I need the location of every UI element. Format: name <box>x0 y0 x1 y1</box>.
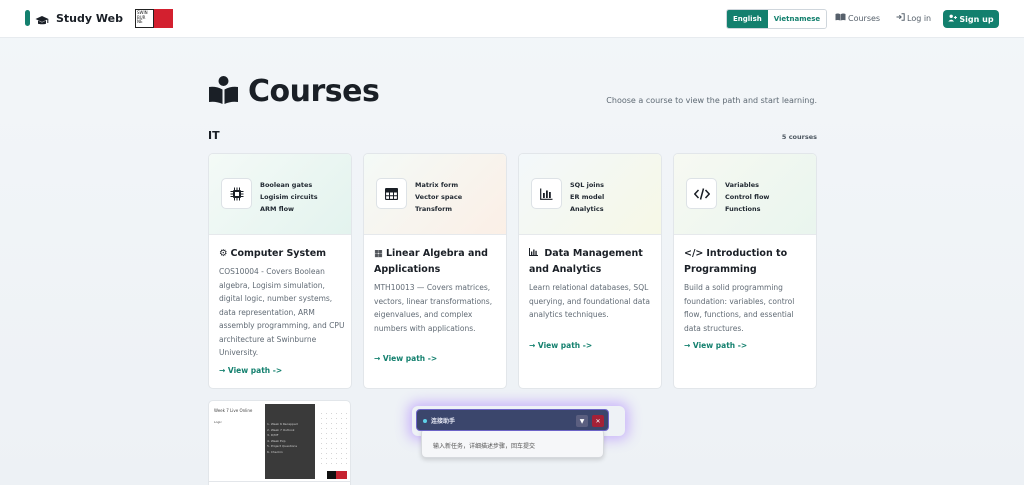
thumbnail-dot-grid <box>319 411 349 466</box>
graduation-cap-icon <box>35 12 49 25</box>
lang-vietnamese-button[interactable]: Vietnamese <box>767 10 827 28</box>
user-plus-icon <box>948 14 958 24</box>
tag: Logisim circuits <box>260 193 318 201</box>
chip-icon <box>221 178 252 209</box>
thumbnail-divider <box>209 481 350 482</box>
course-card-data-management[interactable]: SQL joins ER model Analytics Data Manage… <box>518 153 662 389</box>
signup-label: Sign up <box>959 14 994 24</box>
course-card-computer-system[interactable]: Boolean gates Logisim circuits ARM flow … <box>208 153 352 389</box>
logo-red-block <box>154 9 173 28</box>
tag: Control flow <box>725 193 770 201</box>
brand-name: Study Web <box>56 11 123 25</box>
course-count: 5 courses <box>781 133 817 141</box>
card-title-text: Linear Algebra and Applications <box>374 248 488 275</box>
tag: Variables <box>725 181 760 189</box>
status-dot-icon <box>423 419 427 423</box>
lang-english-button[interactable]: English <box>727 10 768 28</box>
card-tags: Variables Control flow Functions <box>725 179 769 215</box>
gear-icon: ⚙ <box>219 248 228 259</box>
signup-button[interactable]: Sign up <box>943 10 999 28</box>
page-subtitle: Choose a course to view the path and sta… <box>606 96 817 105</box>
nav-login-label: Log in <box>907 13 932 23</box>
card-description: MTH10013 — Covers matrices, vectors, lin… <box>374 283 493 333</box>
view-path-label: View path -> <box>537 341 593 350</box>
card-header: Variables Control flow Functions <box>674 154 816 235</box>
nav-courses-link[interactable]: Courses <box>835 13 880 23</box>
thumbnail-title: Week 7 Live Online <box>214 408 253 413</box>
card-title: </> Introduction to Programming <box>684 246 810 277</box>
card-title-text: Data Management and Analytics <box>529 248 643 275</box>
thumbnail-black-block <box>327 471 336 479</box>
tag: Vector space <box>415 193 463 201</box>
language-toggle: English Vietnamese <box>726 9 828 29</box>
card-tags: SQL joins ER model Analytics <box>570 179 604 215</box>
view-path-link[interactable]: → View path -> <box>219 366 282 375</box>
nav-login-link[interactable]: Log in <box>896 13 931 23</box>
card-title-text: Computer System <box>230 248 327 259</box>
code-icon <box>686 178 717 209</box>
card-title: Data Management and Analytics <box>529 246 655 277</box>
course-card-intro-programming[interactable]: Variables Control flow Functions </> Intr… <box>673 153 817 389</box>
arrow-right-icon: → <box>374 354 383 363</box>
brand[interactable]: Study Web <box>25 10 123 26</box>
card-description: COS10004 - Covers Boolean algebra, Logis… <box>219 267 345 357</box>
bar-chart-icon <box>531 178 562 209</box>
thumbnail-red-block <box>336 471 347 479</box>
card-header: Boolean gates Logisim circuits ARM flow <box>209 154 351 235</box>
course-card-thumbnail[interactable]: Week 7 Live Online Logic 1. Week 6 Recap… <box>208 400 351 485</box>
view-path-label: View path -> <box>227 366 283 375</box>
collapse-button[interactable]: ▼ <box>576 415 588 427</box>
tag: ARM flow <box>260 205 295 213</box>
close-button[interactable]: ✕ <box>592 415 604 427</box>
view-path-link[interactable]: → View path -> <box>684 341 747 350</box>
logo-wordmark: SWIN BUR NE <box>135 9 154 28</box>
thumbnail-subtitle: Logic <box>214 420 222 424</box>
arrow-right-icon: → <box>684 341 693 350</box>
card-header: Matrix form Vector space Transform <box>364 154 506 235</box>
view-path-link[interactable]: → View path -> <box>529 341 592 350</box>
top-navbar: Study Web SWIN BUR NE English Vietnamese… <box>0 0 1024 38</box>
card-title: ⚙ Computer System <box>219 246 345 262</box>
view-path-link[interactable]: → View path -> <box>374 354 437 363</box>
tag: Functions <box>725 205 761 213</box>
bar-chart-icon <box>529 248 541 259</box>
sign-in-icon <box>896 13 905 23</box>
card-description: Build a solid programming foundation: va… <box>684 283 795 333</box>
view-path-label: View path -> <box>382 354 438 363</box>
brand-accent-bar <box>25 10 30 26</box>
view-path-label: View path -> <box>692 341 748 350</box>
course-card-linear-algebra[interactable]: Matrix form Vector space Transform ▦ Line… <box>363 153 507 389</box>
arrow-right-icon: → <box>529 341 538 350</box>
code-icon: </> <box>684 248 704 259</box>
tag: Analytics <box>570 205 604 213</box>
card-description: Learn relational databases, SQL querying… <box>529 283 650 319</box>
card-tags: Matrix form Vector space Transform <box>415 179 462 215</box>
tag: SQL joins <box>570 181 605 189</box>
card-header: SQL joins ER model Analytics <box>519 154 661 235</box>
open-book-icon <box>835 13 846 23</box>
arrow-right-icon: → <box>219 366 228 375</box>
table-icon <box>376 178 407 209</box>
page-title-text: Courses <box>248 74 380 109</box>
book-reader-icon <box>208 75 239 109</box>
nav-courses-label: Courses <box>848 13 881 23</box>
tag: Matrix form <box>415 181 459 189</box>
tag: Transform <box>415 205 453 213</box>
card-tags: Boolean gates Logisim circuits ARM flow <box>260 179 318 215</box>
assistant-widget-header[interactable]: 连接助手 ▼ ✕ <box>416 409 609 431</box>
tag: ER model <box>570 193 605 201</box>
assistant-input-placeholder[interactable]: 输入新任务，详细描述步骤，回车提交 <box>433 441 535 450</box>
thumbnail-slide-menu: 1. Week 6 Recapped 2. Week 7 Outlook 3. … <box>265 404 315 479</box>
tag: Boolean gates <box>260 181 313 189</box>
swinburne-logo[interactable]: SWIN BUR NE <box>135 9 173 28</box>
page-title: Courses <box>208 74 380 109</box>
table-icon: ▦ <box>374 248 383 259</box>
assistant-label: 连接助手 <box>431 418 456 425</box>
section-heading: IT <box>208 129 220 142</box>
thumbnail-menu-item: 6. Checkin <box>267 449 283 454</box>
assistant-input-panel[interactable]: 输入新任务，详细描述步骤，回车提交 <box>421 428 604 458</box>
card-title: ▦ Linear Algebra and Applications <box>374 246 500 277</box>
